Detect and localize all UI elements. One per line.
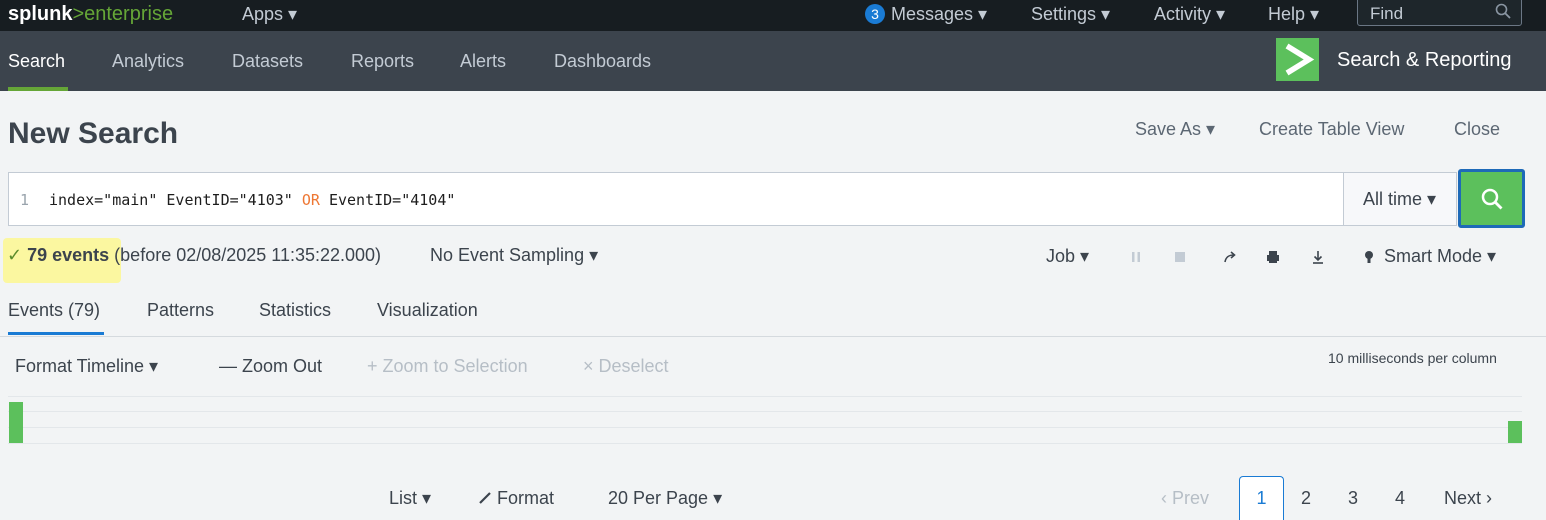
close-button[interactable]: Close (1454, 119, 1500, 140)
format-button[interactable]: Format (478, 488, 554, 509)
nav-search[interactable]: Search (8, 51, 65, 72)
help-menu[interactable]: Help ▾ (1268, 4, 1319, 25)
line-number: 1 (20, 191, 30, 209)
messages-menu[interactable]: 3 Messages ▾ (865, 4, 987, 25)
zoom-out-button[interactable]: — Zoom Out (219, 356, 322, 377)
settings-menu[interactable]: Settings ▾ (1031, 4, 1110, 25)
prev-page-button[interactable]: ‹ Prev (1161, 488, 1209, 509)
tab-events[interactable]: Events (79) (8, 300, 100, 321)
deselect-button[interactable]: × Deselect (583, 356, 669, 377)
export-icon[interactable] (1310, 249, 1326, 265)
time-range-picker[interactable]: All time ▾ (1343, 172, 1457, 226)
check-icon: ✓ (7, 245, 23, 265)
event-sampling-dropdown[interactable]: No Event Sampling ▾ (430, 245, 598, 266)
nav-reports[interactable]: Reports (351, 51, 414, 72)
format-timeline-dropdown[interactable]: Format Timeline ▾ (15, 356, 158, 377)
events-time-bound: (before 02/08/2025 11:35:22.000) (109, 245, 382, 265)
stop-icon[interactable] (1172, 249, 1188, 265)
tabs-divider (0, 336, 1546, 337)
find-placeholder: Find (1370, 4, 1404, 23)
timeline-gridline (8, 396, 1522, 397)
print-icon[interactable] (1265, 249, 1281, 265)
next-page-button[interactable]: Next › (1444, 488, 1492, 509)
timeline-column[interactable] (1508, 421, 1522, 443)
activity-menu[interactable]: Activity ▾ (1154, 4, 1225, 25)
nav-alerts[interactable]: Alerts (460, 51, 506, 72)
find-input[interactable]: Find (1357, 0, 1522, 26)
lightbulb-icon (1365, 251, 1373, 263)
query-keyword-or: OR (301, 191, 320, 209)
active-nav-indicator (8, 87, 68, 91)
timeline-gridline (8, 411, 1522, 412)
page-button-3[interactable]: 3 (1348, 488, 1358, 509)
global-header: splunk>enterprise Apps ▾ 3 Messages ▾ Set… (0, 0, 1546, 31)
page-button-4[interactable]: 4 (1395, 488, 1405, 509)
search-button[interactable] (1458, 169, 1525, 228)
page-button-2[interactable]: 2 (1301, 488, 1311, 509)
timeline-column[interactable] (9, 402, 23, 443)
zoom-to-selection-button[interactable]: + Zoom to Selection (367, 356, 528, 377)
tab-visualization[interactable]: Visualization (377, 300, 478, 321)
list-view-dropdown[interactable]: List ▾ (389, 488, 431, 509)
active-tab-indicator (8, 332, 104, 335)
job-menu[interactable]: Job ▾ (1046, 246, 1089, 267)
tab-patterns[interactable]: Patterns (147, 300, 214, 321)
search-icon (1495, 3, 1511, 19)
search-icon (1481, 188, 1503, 210)
share-icon[interactable] (1222, 249, 1238, 265)
tab-statistics[interactable]: Statistics (259, 300, 331, 321)
timeline-scale-label: 10 milliseconds per column (1328, 350, 1497, 366)
query-part-2: EventID="4104" (319, 191, 456, 209)
query-text: index="main" EventID="4103" OR EventID="… (49, 191, 455, 209)
nav-datasets[interactable]: Datasets (232, 51, 303, 72)
app-title[interactable]: Search & Reporting (1337, 49, 1512, 72)
events-count: 79 events (27, 245, 110, 265)
pencil-icon (479, 492, 491, 504)
pause-icon[interactable] (1128, 249, 1144, 265)
app-bar: Search Analytics Datasets Reports Alerts… (0, 31, 1546, 91)
messages-count-badge: 3 (865, 4, 885, 24)
brand-suffix: >enterprise (72, 3, 174, 25)
page-button-current[interactable]: 1 (1239, 476, 1284, 520)
timeline-gridline (8, 427, 1522, 428)
app-logo-icon (1276, 38, 1319, 81)
apps-menu[interactable]: Apps ▾ (242, 4, 297, 25)
brand-main: splunk (8, 3, 73, 25)
timeline-gridline (8, 443, 1522, 444)
nav-dashboards[interactable]: Dashboards (554, 51, 651, 72)
format-label: Format (497, 488, 555, 508)
messages-label: Messages ▾ (891, 4, 988, 24)
search-mode-dropdown[interactable]: Smart Mode ▾ (1384, 246, 1496, 267)
save-as-button[interactable]: Save As ▾ (1135, 119, 1215, 140)
query-part-1: index="main" EventID="4103" (49, 191, 302, 209)
splunk-logo[interactable]: splunk>enterprise (8, 3, 173, 26)
page-title: New Search (8, 117, 179, 150)
nav-analytics[interactable]: Analytics (112, 51, 184, 72)
create-table-view-button[interactable]: Create Table View (1259, 119, 1404, 140)
per-page-dropdown[interactable]: 20 Per Page ▾ (608, 488, 722, 509)
job-status: ✓ 79 events (before 02/08/2025 11:35:22.… (7, 245, 381, 266)
search-query-input[interactable]: 1 index="main" EventID="4103" OR EventID… (8, 172, 1344, 226)
